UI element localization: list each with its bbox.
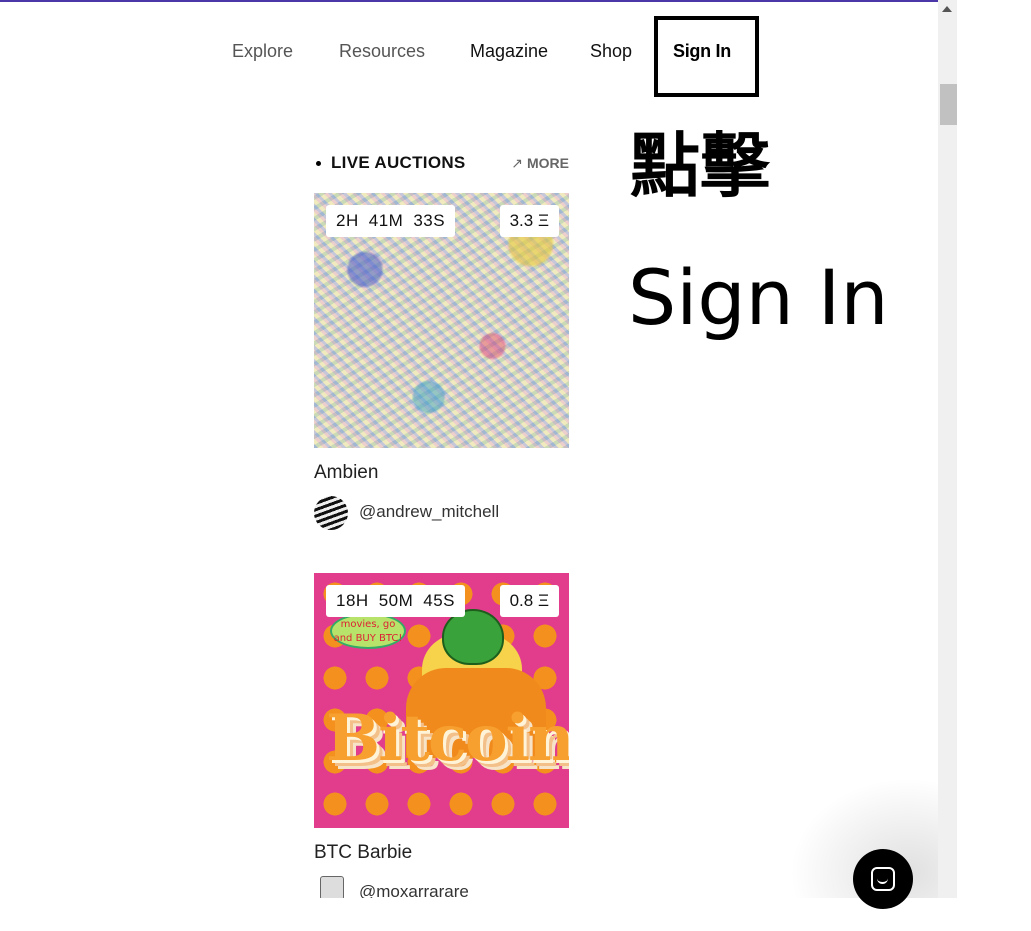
timer-minutes: 41M xyxy=(368,211,404,230)
more-label: MORE xyxy=(527,155,569,171)
avatar[interactable] xyxy=(320,876,344,898)
timer-hours: 18H xyxy=(336,591,369,610)
auction-title[interactable]: Ambien xyxy=(314,462,378,484)
scroll-up-arrow-icon[interactable] xyxy=(942,6,952,12)
artwork-pepe-face xyxy=(442,609,504,665)
nav-explore[interactable]: Explore xyxy=(232,40,293,62)
chat-button[interactable] xyxy=(853,849,913,909)
live-dot-icon xyxy=(316,161,321,166)
auction-timer: 2H 41M 33S xyxy=(326,205,456,237)
auction-timer: 18H 50M 45S xyxy=(326,585,466,617)
auction-artwork-ambien[interactable]: 2H 41M 33S 3.3 Ξ xyxy=(314,193,569,448)
sign-in-link[interactable]: Sign In xyxy=(673,40,731,62)
arrow-up-right-icon: ↗ xyxy=(511,155,523,171)
live-auctions-title: LIVE AUCTIONS xyxy=(331,153,466,172)
annotation-sign-in-label: Sign In xyxy=(628,253,889,342)
nav-magazine[interactable]: Magazine xyxy=(470,40,548,62)
timer-seconds: 45S xyxy=(423,591,456,610)
avatar[interactable] xyxy=(314,496,348,530)
auction-title[interactable]: BTC Barbie xyxy=(314,842,412,864)
auction-price: 0.8 Ξ xyxy=(499,585,559,617)
chat-icon xyxy=(871,867,895,891)
scrollbar-track[interactable] xyxy=(938,0,957,898)
live-auctions-header: LIVE AUCTIONS ↗ MORE xyxy=(316,152,569,176)
artwork-speech-bubble: movies, go and BUY BTC! xyxy=(330,613,406,649)
artist-username[interactable]: @moxarrarare xyxy=(359,882,469,898)
artist-username[interactable]: @andrew_mitchell xyxy=(359,502,499,522)
timer-minutes: 50M xyxy=(378,591,414,610)
page: Explore Resources Magazine Shop Sign In … xyxy=(0,0,938,898)
more-link[interactable]: ↗ MORE xyxy=(511,155,569,172)
top-accent-line xyxy=(0,0,938,2)
nav-shop[interactable]: Shop xyxy=(590,40,632,62)
auction-artwork-btc-barbie[interactable]: movies, go and BUY BTC! Bitcoin 18H 50M 45… xyxy=(314,573,569,828)
artwork-bitcoin-text: Bitcoin xyxy=(326,701,569,776)
timer-hours: 2H xyxy=(336,211,359,230)
nav-resources[interactable]: Resources xyxy=(339,40,425,62)
timer-seconds: 33S xyxy=(413,211,446,230)
scrollbar-thumb[interactable] xyxy=(940,84,957,125)
annotation-click-label: 點擊 xyxy=(630,125,770,207)
auction-price: 3.3 Ξ xyxy=(499,205,559,237)
